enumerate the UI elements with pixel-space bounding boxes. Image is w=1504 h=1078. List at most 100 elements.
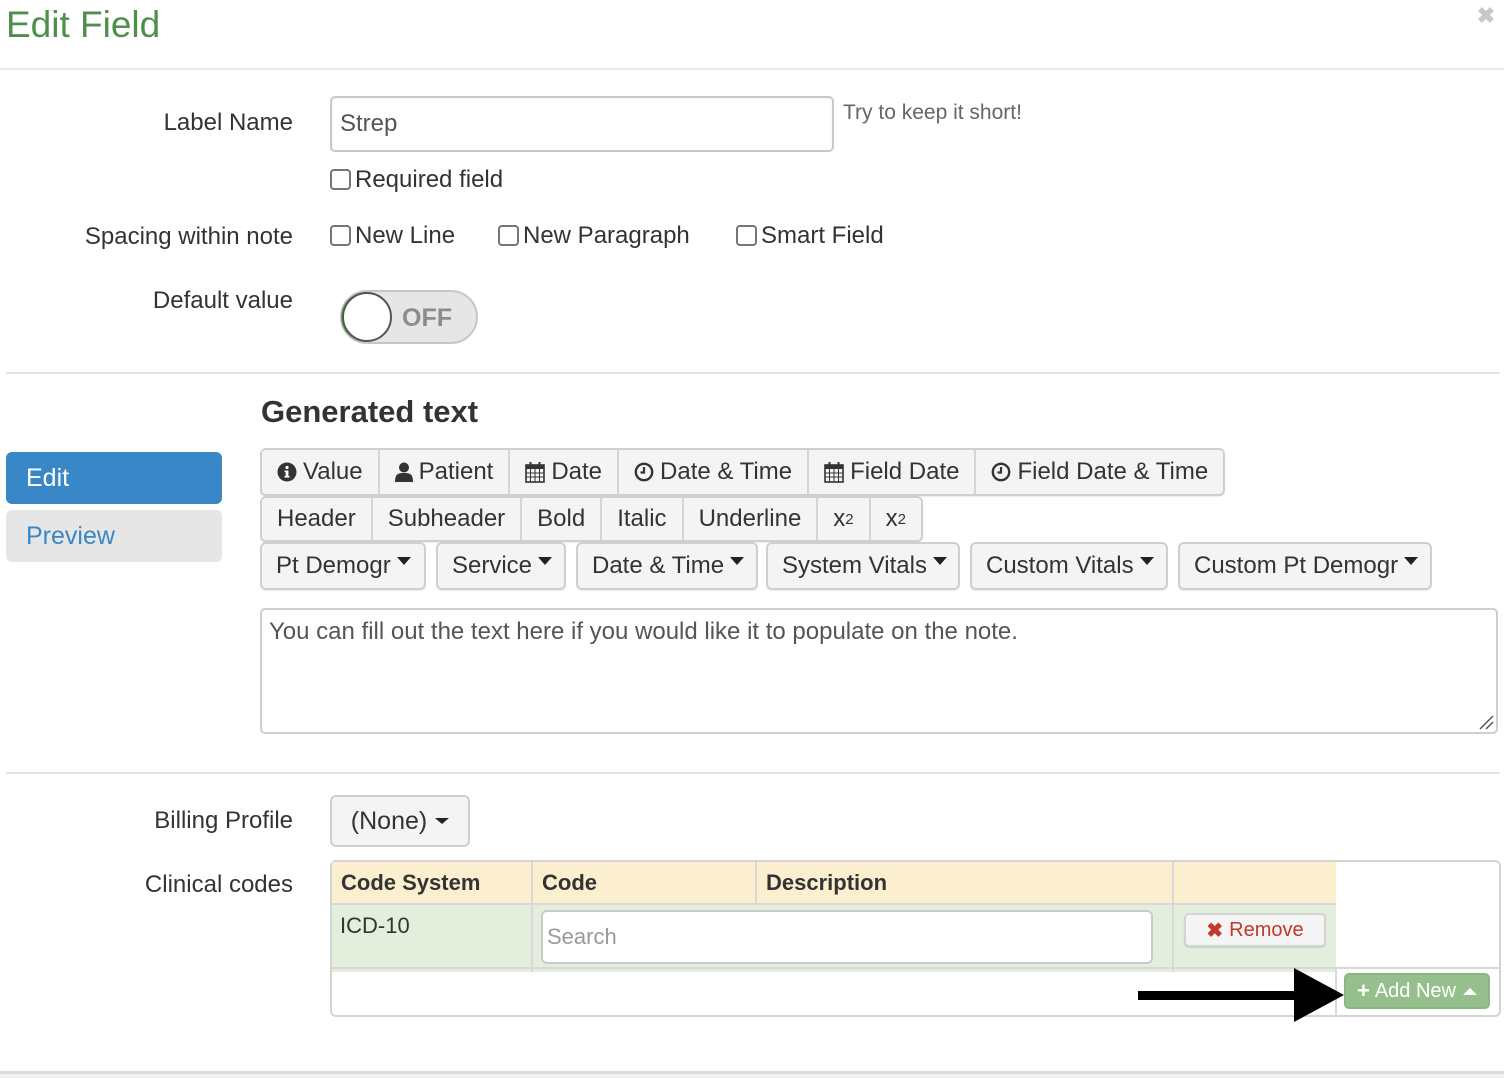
subheader-button[interactable]: Subheader [372,498,523,540]
format-toolbar: Header Subheader Bold Italic Underline x… [260,496,923,542]
checkbox-box[interactable] [736,224,757,246]
section-divider [6,372,1500,374]
service-dropdown-label: Service [452,552,533,579]
generated-text-area[interactable]: You can fill out the text here if you wo… [260,608,1498,734]
add-new-button[interactable]: + Add New [1344,973,1490,1009]
field-date-time-button-label: Field Date & Time [1017,458,1209,485]
caret-down-icon [1139,557,1154,565]
custom-vitals-dropdown[interactable]: Custom Vitals [970,542,1168,590]
actions-cell: ✖ Remove [1173,904,1336,972]
value-button[interactable]: Value [262,450,380,494]
caret-down-icon [396,557,411,565]
field-date-button[interactable]: Field Date [809,450,977,494]
required-field-checkbox[interactable]: Required field [330,166,503,194]
plus-icon: + [1356,978,1370,1003]
tab-edit[interactable]: Edit [6,452,222,504]
code-search-input[interactable] [541,910,1153,964]
date-time-button-label: Date & Time [660,458,793,485]
checkbox-box[interactable] [498,224,519,246]
underline-button[interactable]: Underline [683,498,819,540]
column-header-actions [1173,862,1336,905]
tab-preview[interactable]: Preview [6,510,222,562]
clock-icon [634,462,654,482]
date-time-button[interactable]: Date & Time [619,450,810,494]
required-field-label: Required field [355,166,504,193]
custom-pt-demogr-dropdown-label: Custom Pt Demogr [1194,552,1399,579]
caret-down-icon [538,557,553,565]
caret-up-icon [1463,987,1477,995]
user-icon [394,462,413,482]
table-row: ICD-10 ✖ Remove [332,904,1336,972]
clinical-codes-label: Clinical codes [144,871,293,898]
value-button-label: Value [303,458,363,485]
new-paragraph-checkbox[interactable]: New Paragraph [498,222,690,250]
remove-button[interactable]: ✖ Remove [1184,913,1326,947]
clock-icon [991,462,1011,482]
edit-field-modal: Edit Field ✖ Label Name Try to keep it s… [0,0,1504,1078]
insert-toolbar: Value Patient Date Date & Time Field Dat… [260,448,1226,496]
column-header-description: Description [756,862,1174,905]
label-name-hint: Try to keep it short! [843,101,1022,124]
checkbox-box[interactable] [330,224,351,246]
caret-down-icon [932,557,947,565]
service-dropdown[interactable]: Service [436,542,566,590]
system-vitals-dropdown-label: System Vitals [782,552,927,579]
add-new-button-label: Add New [1374,979,1456,1002]
label-name-input[interactable] [330,96,834,152]
clinical-codes-table: Code System Code Description ICD-10 ✖ Re [332,862,1336,972]
remove-x-icon: ✖ [1206,919,1224,942]
spacing-label: Spacing within note [84,223,293,250]
footer-band [0,1074,1504,1078]
billing-profile-label: Billing Profile [154,807,293,834]
superscript-base: x [885,505,898,532]
date-button[interactable]: Date [510,450,620,494]
new-line-label: New Line [355,222,456,249]
italic-button[interactable]: Italic [602,498,684,540]
code-system-cell: ICD-10 [332,904,533,972]
caret-down-icon [435,818,450,824]
toggle-knob[interactable] [342,292,392,342]
superscript-button[interactable]: x2 [870,498,921,540]
resize-grip-icon[interactable] [1478,714,1494,730]
annotation-arrow-icon [1138,968,1344,1022]
section-divider [6,772,1500,774]
date-time-dropdown[interactable]: Date & Time [576,542,758,590]
field-date-button-label: Field Date [850,458,960,485]
calendar-icon [824,461,844,483]
caret-down-icon [730,557,745,565]
modal-header: Edit Field ✖ [0,0,1504,70]
pt-demogr-dropdown[interactable]: Pt Demogr [260,542,426,590]
pt-demogr-dropdown-label: Pt Demogr [276,552,391,579]
custom-pt-demogr-dropdown[interactable]: Custom Pt Demogr [1178,542,1432,590]
new-paragraph-label: New Paragraph [523,222,690,249]
close-icon[interactable]: ✖ [1474,4,1498,28]
subscript-index: 2 [845,510,854,528]
smart-field-checkbox[interactable]: Smart Field [736,222,884,250]
system-vitals-dropdown[interactable]: System Vitals [766,542,960,590]
modal-title: Edit Field [6,4,161,45]
column-header-code: Code [532,862,757,905]
patient-button[interactable]: Patient [379,450,511,494]
checkbox-box[interactable] [330,168,351,190]
default-value-toggle[interactable]: OFF [340,290,478,344]
bold-button[interactable]: Bold [522,498,603,540]
field-date-time-button[interactable]: Field Date & Time [976,450,1224,494]
subscript-button[interactable]: x2 [818,498,871,540]
smart-field-label: Smart Field [761,222,884,249]
info-circle-icon [277,462,297,482]
generated-text-title: Generated text [261,394,479,429]
date-button-label: Date [551,458,603,485]
caret-down-icon [1404,557,1419,565]
patient-button-label: Patient [418,458,494,485]
header-button[interactable]: Header [262,498,373,540]
billing-profile-dropdown[interactable]: (None) [330,795,470,847]
column-header-code-system: Code System [332,862,533,905]
code-search-cell [532,904,1174,972]
custom-vitals-dropdown-label: Custom Vitals [986,552,1134,579]
subscript-base: x [833,505,846,532]
new-line-checkbox[interactable]: New Line [330,222,455,250]
billing-profile-value: (None) [350,806,428,835]
table-header-row: Code System Code Description [332,862,1336,905]
superscript-index: 2 [897,510,906,528]
default-value-label: Default value [152,287,293,314]
